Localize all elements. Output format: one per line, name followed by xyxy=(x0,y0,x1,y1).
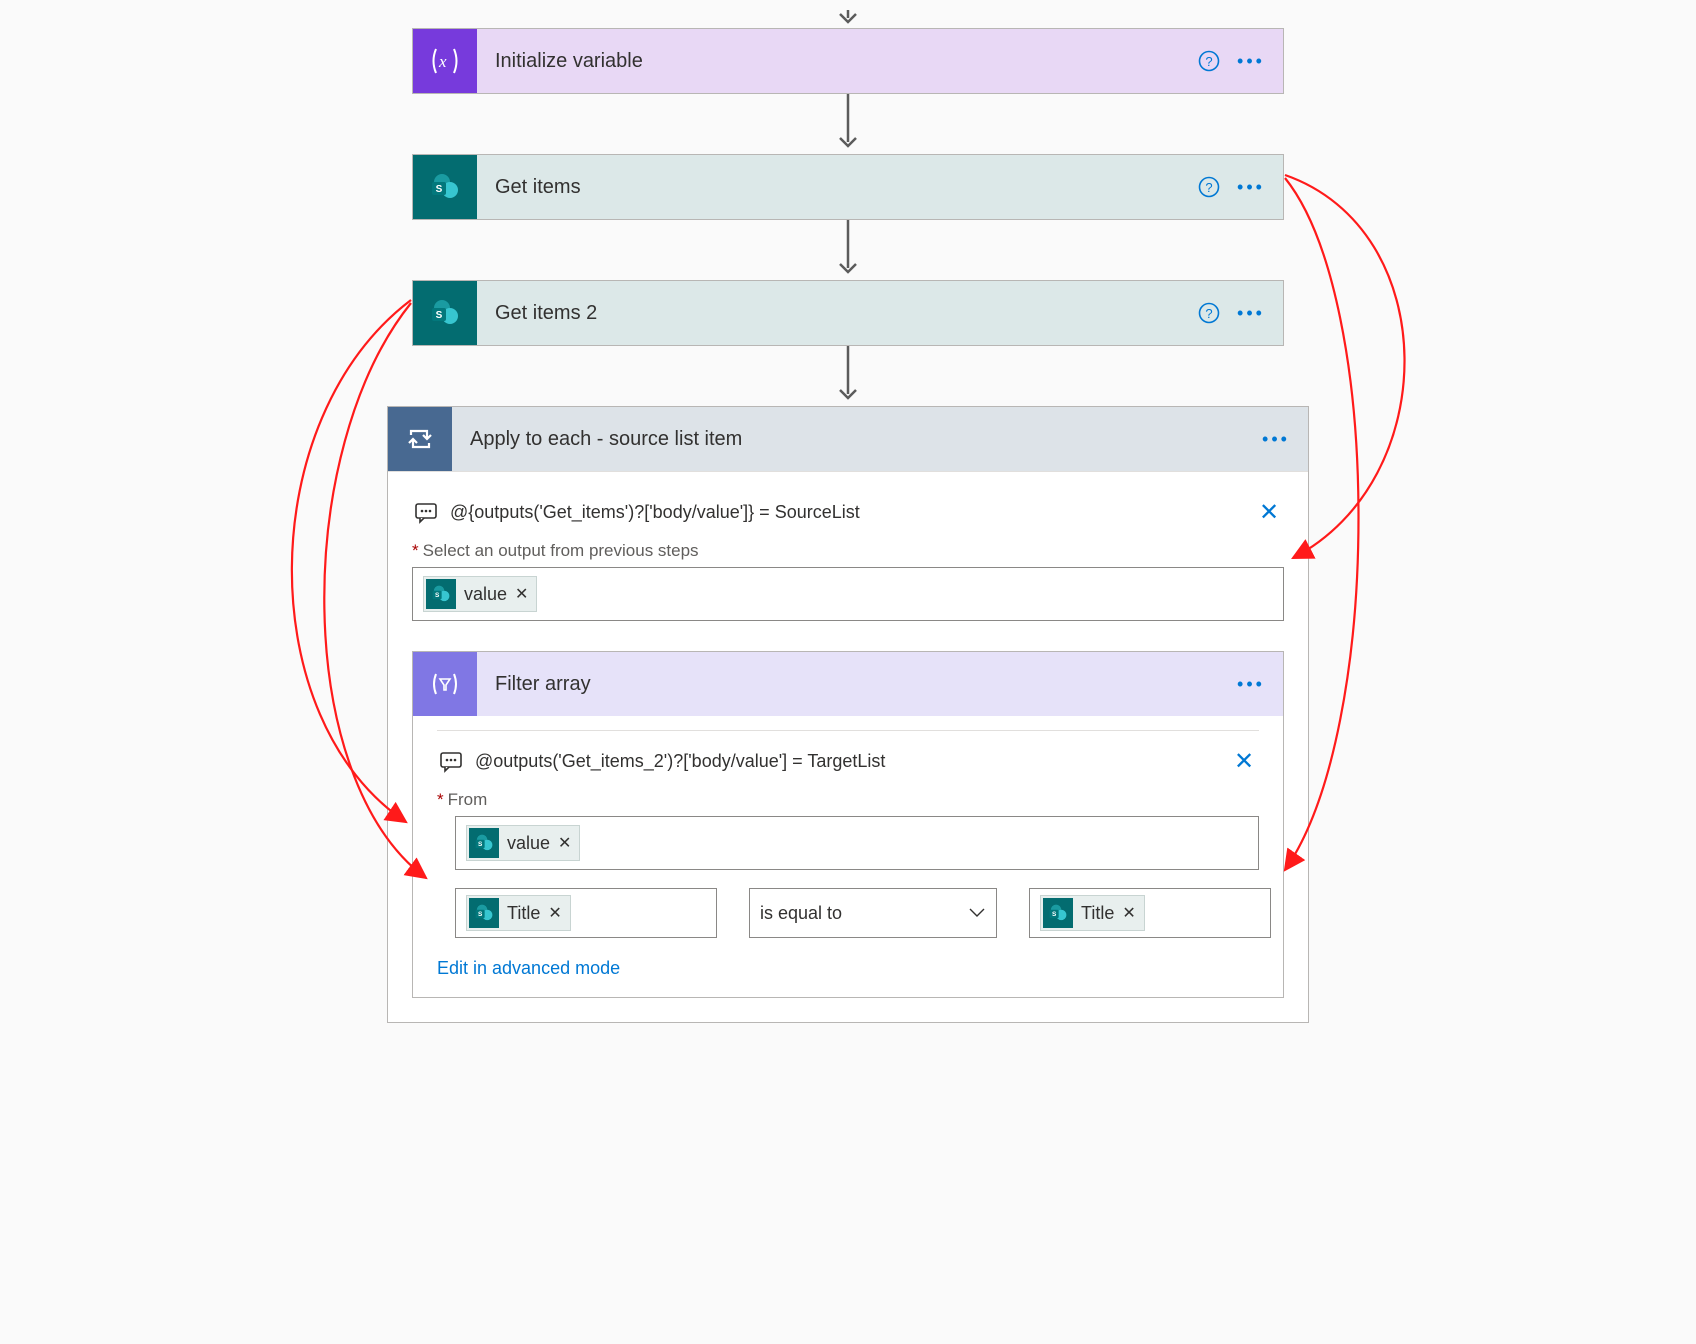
sharepoint-icon: S xyxy=(413,155,477,219)
remove-token-icon[interactable]: ✕ xyxy=(558,833,571,853)
step-initialize-variable[interactable]: x Initialize variable ? ••• xyxy=(412,28,1284,94)
sharepoint-icon: S xyxy=(1043,898,1073,928)
svg-text:S: S xyxy=(436,184,443,195)
arrow-down-icon xyxy=(834,346,862,406)
step-get-items-2[interactable]: S Get items 2 ? ••• xyxy=(412,280,1284,346)
step-get-items[interactable]: S Get items ? ••• xyxy=(412,154,1284,220)
condition-right-input[interactable]: S Title ✕ xyxy=(1029,888,1271,938)
loop-icon xyxy=(388,407,452,471)
comment-icon xyxy=(412,502,440,524)
remove-token-icon[interactable]: ✕ xyxy=(1122,903,1135,923)
expression-comment: @outputs('Get_items_2')?['body/value'] =… xyxy=(437,747,1259,776)
more-menu-icon[interactable]: ••• xyxy=(1233,666,1269,702)
close-icon[interactable]: ✕ xyxy=(1229,747,1259,776)
svg-text:?: ? xyxy=(1205,180,1212,195)
svg-text:S: S xyxy=(436,310,443,321)
remove-token-icon[interactable]: ✕ xyxy=(548,903,561,923)
help-icon[interactable]: ? xyxy=(1191,295,1227,331)
svg-text:S: S xyxy=(435,592,440,599)
more-menu-icon[interactable]: ••• xyxy=(1233,169,1269,205)
from-label: *From xyxy=(437,790,1259,810)
condition-left-input[interactable]: S Title ✕ xyxy=(455,888,717,938)
svg-text:?: ? xyxy=(1205,306,1212,321)
step-title: Get items 2 xyxy=(477,302,1191,325)
more-menu-icon[interactable]: ••• xyxy=(1258,421,1294,457)
svg-text:x: x xyxy=(438,52,447,71)
variable-icon: x xyxy=(413,29,477,93)
help-icon[interactable]: ? xyxy=(1191,169,1227,205)
svg-text:S: S xyxy=(478,911,483,918)
arrow-down-icon xyxy=(834,94,862,154)
comment-icon xyxy=(437,751,465,773)
sharepoint-icon: S xyxy=(413,281,477,345)
condition-operator-select[interactable]: is equal to xyxy=(749,888,997,938)
select-output-input[interactable]: S value ✕ xyxy=(412,567,1284,621)
token-title[interactable]: S Title ✕ xyxy=(466,895,571,931)
svg-text:S: S xyxy=(1052,911,1057,918)
step-title: Apply to each - source list item xyxy=(452,428,1258,451)
select-output-label: *Select an output from previous steps xyxy=(412,541,1284,561)
svg-text:S: S xyxy=(478,841,483,848)
arrow-down-icon xyxy=(834,10,862,28)
expression-comment: @{outputs('Get_items')?['body/value']} =… xyxy=(412,498,1284,527)
filter-icon xyxy=(413,652,477,716)
edit-advanced-link[interactable]: Edit in advanced mode xyxy=(437,958,1259,979)
token-title[interactable]: S Title ✕ xyxy=(1040,895,1145,931)
step-title: Get items xyxy=(477,176,1191,199)
step-title: Filter array xyxy=(477,673,1233,696)
more-menu-icon[interactable]: ••• xyxy=(1233,295,1269,331)
from-input[interactable]: S value ✕ xyxy=(455,816,1259,870)
more-menu-icon[interactable]: ••• xyxy=(1233,43,1269,79)
step-title: Initialize variable xyxy=(477,50,1191,73)
help-icon[interactable]: ? xyxy=(1191,43,1227,79)
step-apply-to-each[interactable]: Apply to each - source list item ••• @{o… xyxy=(387,406,1309,1023)
close-icon[interactable]: ✕ xyxy=(1254,498,1284,527)
sharepoint-icon: S xyxy=(469,898,499,928)
sharepoint-icon: S xyxy=(426,579,456,609)
arrow-down-icon xyxy=(834,220,862,280)
chevron-down-icon xyxy=(968,907,986,919)
step-filter-array[interactable]: Filter array ••• @outputs('Get_items_2')… xyxy=(412,651,1284,998)
svg-text:?: ? xyxy=(1205,54,1212,69)
remove-token-icon[interactable]: ✕ xyxy=(515,584,528,604)
token-value[interactable]: S value ✕ xyxy=(423,576,537,612)
token-value[interactable]: S value ✕ xyxy=(466,825,580,861)
sharepoint-icon: S xyxy=(469,828,499,858)
